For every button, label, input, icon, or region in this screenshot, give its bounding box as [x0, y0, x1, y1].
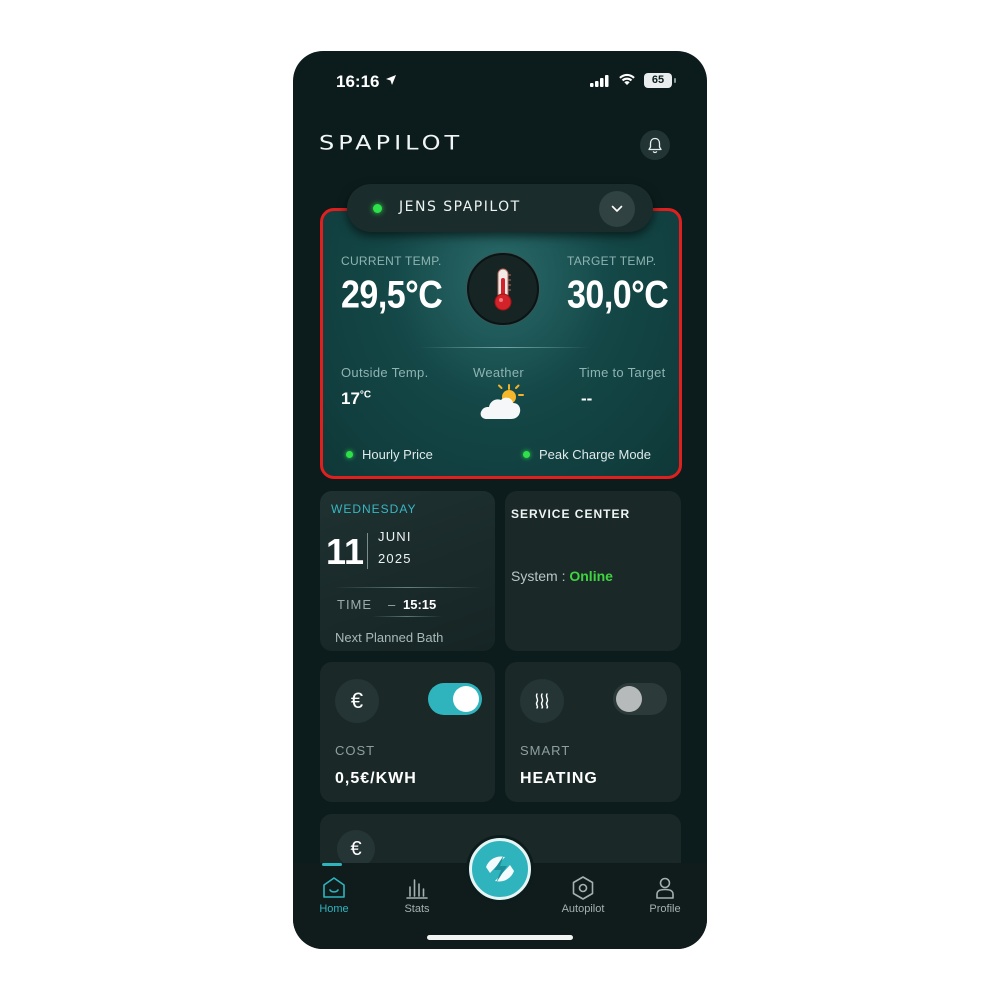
outside-temp-label: Outside Temp.	[341, 365, 429, 380]
home-indicator	[427, 935, 573, 940]
bell-icon	[648, 137, 662, 153]
time-dash: –	[388, 597, 396, 612]
nav-autopilot[interactable]: Autopilot	[548, 875, 618, 915]
next-bath-label: Next Planned Bath	[335, 630, 444, 645]
bar-chart-icon	[406, 879, 428, 899]
cost-label: COST	[335, 743, 376, 758]
location-arrow-icon	[386, 75, 396, 85]
partly-cloudy-icon	[480, 384, 524, 419]
hourly-price-dot	[346, 451, 353, 458]
target-temp-value: 30,0°C	[567, 273, 669, 317]
home-icon	[323, 877, 345, 898]
next-bath-card[interactable]: WEDNESDAY 11 JUNI 2025 TIME – 15:15 Next…	[320, 491, 495, 651]
nav-profile[interactable]: Profile	[630, 875, 700, 915]
cellular-signal-icon	[590, 75, 609, 87]
divider	[334, 587, 482, 588]
peak-charge-label: Peak Charge Mode	[539, 447, 652, 462]
service-center-title: SERVICE CENTER	[511, 507, 631, 521]
smart-label: SMART	[520, 743, 571, 758]
time-label: TIME	[337, 597, 373, 612]
heat-waves-icon	[520, 679, 564, 723]
euro-icon: €	[335, 679, 379, 723]
user-icon	[656, 877, 674, 899]
toggle-knob	[453, 686, 479, 712]
lightning-icon	[486, 855, 514, 883]
cost-toggle[interactable]	[428, 683, 482, 715]
nav-profile-label: Profile	[649, 903, 681, 915]
nav-stats-label: Stats	[404, 903, 430, 915]
phone-screen: 16:16 65 SPAPILOT JENS SPAPILOT CURRENT …	[293, 51, 707, 949]
system-status: System : Online	[511, 568, 613, 584]
time-to-target-label: Time to Target	[579, 365, 666, 380]
cost-card: € COST 0,5€/KWH	[320, 662, 495, 802]
nav-home-label: Home	[319, 903, 349, 915]
active-tab-indicator	[322, 863, 342, 866]
nav-autopilot-label: Autopilot	[561, 903, 605, 915]
thermometer-icon	[494, 268, 512, 311]
month-label: JUNI	[378, 529, 412, 544]
weekday-label: WEDNESDAY	[331, 502, 417, 516]
current-temp-value: 29,5°C	[341, 273, 443, 317]
device-dropdown-button[interactable]	[599, 191, 635, 227]
divider	[419, 347, 589, 348]
chevron-down-icon	[611, 205, 623, 212]
smart-heating-card: SMART HEATING	[505, 662, 681, 802]
notifications-button[interactable]	[640, 130, 670, 160]
weather-label: Weather	[473, 365, 524, 380]
day-number: 11	[326, 531, 365, 572]
wifi-icon	[619, 73, 635, 85]
outside-temp-unit: °C	[359, 389, 372, 401]
device-status-dot	[373, 204, 382, 213]
hourly-price-label: Hourly Price	[362, 447, 433, 462]
device-name: JENS SPAPILOT	[399, 199, 521, 215]
year-label: 2025	[378, 551, 412, 566]
time-to-target-value: --	[581, 389, 593, 408]
target-temp-label: TARGET TEMP.	[567, 254, 657, 268]
heating-label: HEATING	[520, 770, 598, 787]
device-selector[interactable]: JENS SPAPILOT	[347, 184, 653, 232]
nav-stats[interactable]: Stats	[382, 875, 452, 915]
status-time: 16:16	[336, 72, 380, 91]
toggle-knob	[616, 686, 642, 712]
online-status: Online	[569, 568, 613, 584]
cost-value: 0,5€/KWH	[335, 770, 417, 787]
temperature-card[interactable]: CURRENT TEMP. 29,5°C TARGET TEMP. 30,0°C…	[320, 208, 682, 479]
date-separator	[367, 533, 368, 569]
service-center-card[interactable]: SERVICE CENTER System : Online	[505, 491, 681, 651]
current-temp-label: CURRENT TEMP.	[341, 254, 442, 268]
hexagon-icon	[572, 876, 594, 900]
thermometer-badge	[467, 253, 539, 325]
status-bar: 16:16 65	[293, 51, 707, 111]
boost-button[interactable]	[469, 838, 531, 900]
peak-charge-dot	[523, 451, 530, 458]
time-value: 15:15	[403, 597, 437, 612]
outside-temp-value: 17°C	[341, 389, 372, 408]
app-logo: SPAPILOT	[319, 131, 464, 155]
smart-heating-toggle[interactable]	[613, 683, 667, 715]
nav-home[interactable]: Home	[299, 875, 369, 915]
divider	[372, 616, 442, 617]
battery-indicator: 65	[644, 73, 676, 88]
